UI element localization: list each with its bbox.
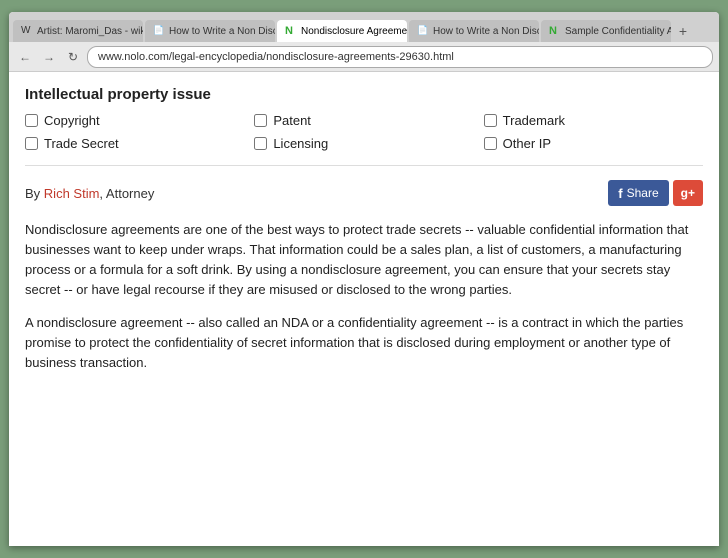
address-bar[interactable]: www.nolo.com/legal-encyclopedia/nondiscl…	[87, 46, 713, 68]
page-content: Intellectual property issue Copyright Pa…	[9, 72, 719, 546]
tab-4[interactable]: 📄 How to Write a Non Discl... ✕	[409, 20, 539, 42]
checkbox-patent-input[interactable]	[254, 114, 267, 127]
checkbox-other-ip-label: Other IP	[503, 136, 551, 151]
checkbox-trademark[interactable]: Trademark	[484, 113, 703, 128]
checkbox-licensing-label: Licensing	[273, 136, 328, 151]
author-text: By Rich Stim, Attorney	[25, 186, 154, 201]
tab-5-label: Sample Confidentiality Ag...	[565, 26, 671, 37]
tab-3[interactable]: N Nondisclosure Agreement... ✕	[277, 20, 407, 42]
social-buttons: f Share g+	[608, 180, 703, 206]
tab-2-favicon: 📄	[153, 25, 165, 37]
checkbox-copyright[interactable]: Copyright	[25, 113, 244, 128]
checkbox-trade-secret[interactable]: Trade Secret	[25, 136, 244, 151]
facebook-icon: f	[618, 186, 622, 201]
checkbox-copyright-input[interactable]	[25, 114, 38, 127]
paragraph-2: A nondisclosure agreement -- also called…	[25, 313, 703, 373]
tab-5[interactable]: N Sample Confidentiality Ag... ✕	[541, 20, 671, 42]
tab-4-favicon: 📄	[417, 25, 429, 37]
address-bar-row: ← → ↻ www.nolo.com/legal-encyclopedia/no…	[9, 42, 719, 72]
tab-5-favicon: N	[549, 25, 561, 37]
checkbox-trademark-label: Trademark	[503, 113, 565, 128]
tab-3-label: Nondisclosure Agreement...	[301, 26, 407, 37]
checkbox-trademark-input[interactable]	[484, 114, 497, 127]
tab-1-label: Artist: Maromi_Das - wiki...	[37, 26, 143, 37]
tab-bar: W Artist: Maromi_Das - wiki... ✕ 📄 How t…	[9, 12, 719, 42]
browser-window: W Artist: Maromi_Das - wiki... ✕ 📄 How t…	[9, 12, 719, 546]
section-title: Intellectual property issue	[25, 86, 703, 103]
tab-4-label: How to Write a Non Discl...	[433, 26, 539, 37]
checkbox-patent[interactable]: Patent	[254, 113, 473, 128]
forward-button[interactable]: →	[39, 47, 59, 67]
back-button[interactable]: ←	[15, 47, 35, 67]
author-prefix: By	[25, 186, 44, 201]
share-label: Share	[627, 186, 659, 200]
body-text: Nondisclosure agreements are one of the …	[25, 220, 703, 373]
new-tab-button[interactable]: +	[673, 20, 693, 42]
reload-button[interactable]: ↻	[63, 47, 83, 67]
checkbox-grid: Copyright Patent Trademark Trade Secret …	[25, 113, 703, 166]
checkbox-licensing-input[interactable]	[254, 137, 267, 150]
google-plus-button[interactable]: g+	[673, 180, 703, 206]
checkbox-other-ip-input[interactable]	[484, 137, 497, 150]
author-row: By Rich Stim, Attorney f Share g+	[25, 180, 703, 206]
tab-3-favicon: N	[285, 25, 297, 37]
checkbox-other-ip[interactable]: Other IP	[484, 136, 703, 151]
author-link[interactable]: Rich Stim	[44, 186, 100, 201]
tab-2-label: How to Write a Non Discl...	[169, 26, 275, 37]
author-suffix: , Attorney	[99, 186, 154, 201]
checkbox-licensing[interactable]: Licensing	[254, 136, 473, 151]
tab-2[interactable]: 📄 How to Write a Non Discl... ✕	[145, 20, 275, 42]
checkbox-trade-secret-label: Trade Secret	[44, 136, 119, 151]
url-text: www.nolo.com/legal-encyclopedia/nondiscl…	[98, 51, 454, 63]
checkbox-trade-secret-input[interactable]	[25, 137, 38, 150]
paragraph-1: Nondisclosure agreements are one of the …	[25, 220, 703, 301]
tab-1-favicon: W	[21, 25, 33, 37]
checkbox-patent-label: Patent	[273, 113, 311, 128]
checkbox-copyright-label: Copyright	[44, 113, 100, 128]
tab-1[interactable]: W Artist: Maromi_Das - wiki... ✕	[13, 20, 143, 42]
gplus-label: g+	[681, 186, 695, 200]
facebook-share-button[interactable]: f Share	[608, 180, 668, 206]
